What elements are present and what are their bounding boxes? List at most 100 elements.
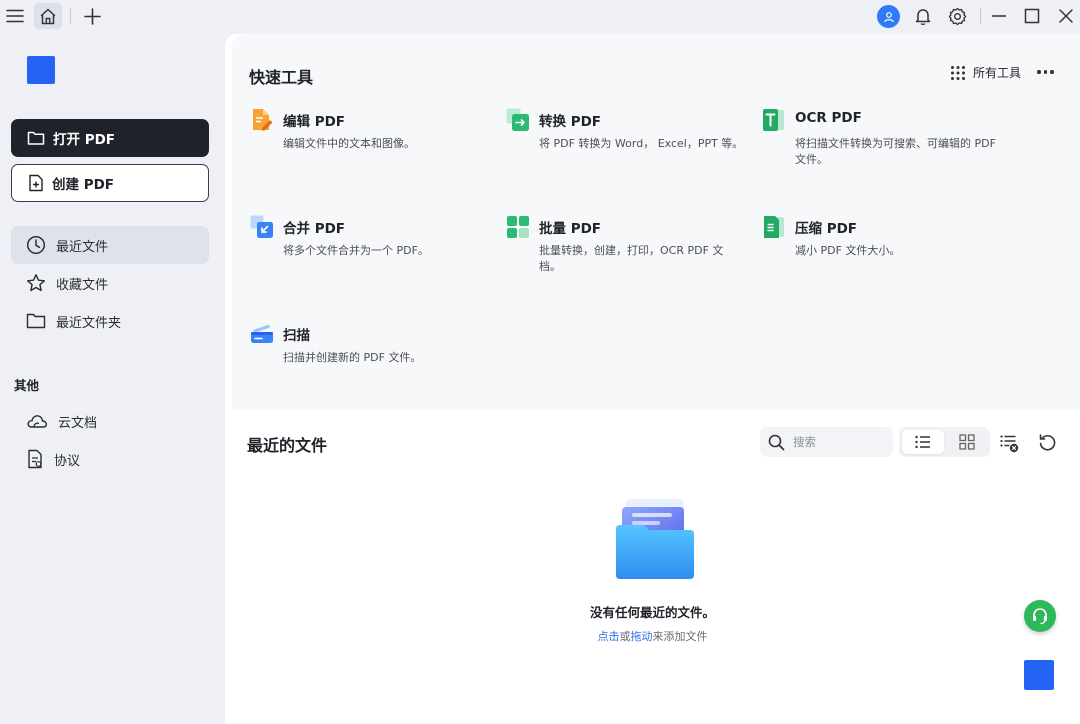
tool-description: 扫描并创建新的 PDF 文件。 bbox=[283, 351, 422, 364]
search-input[interactable] bbox=[793, 435, 883, 449]
app-logo bbox=[27, 56, 55, 84]
sidebar-item-label: 最近文件夹 bbox=[56, 315, 122, 331]
tool-ocr-pdf[interactable]: OCR PDF 将扫描文件转换为可搜索、可编辑的 PDF 文件。 bbox=[762, 108, 1002, 168]
tool-compress-pdf[interactable]: 压缩 PDF 减小 PDF 文件大小。 bbox=[762, 215, 1002, 275]
sidebar-item-label: 云文档 bbox=[58, 415, 98, 431]
sidebar-item-agreement[interactable]: 协议 bbox=[11, 440, 209, 478]
sidebar-item-cloud-docs[interactable]: 云文档 bbox=[11, 402, 209, 440]
other-section-title: 其他 bbox=[14, 378, 40, 393]
tool-title: 批量 PDF bbox=[539, 221, 602, 237]
cloud-icon bbox=[27, 415, 48, 428]
compress-pdf-icon bbox=[764, 216, 784, 238]
minimize-button[interactable] bbox=[985, 3, 1013, 29]
maximize-icon bbox=[1024, 8, 1040, 24]
sidebar-item-label: 收藏文件 bbox=[56, 277, 109, 293]
list-view-button[interactable] bbox=[902, 430, 944, 454]
create-file-icon bbox=[29, 174, 43, 192]
empty-folder-illustration bbox=[616, 499, 694, 579]
sidebar-item-label: 最近文件 bbox=[56, 239, 109, 255]
title-bar bbox=[0, 0, 1080, 34]
tab-divider bbox=[70, 8, 71, 24]
tool-description: 将 PDF 转换为 Word， Excel，PPT 等。 bbox=[539, 137, 744, 150]
more-dots-icon[interactable] bbox=[1037, 70, 1054, 74]
open-pdf-button[interactable]: 打开 PDF bbox=[11, 119, 209, 157]
sidebar-item-label: 协议 bbox=[54, 453, 81, 469]
user-icon bbox=[883, 11, 894, 22]
click-to-add-link[interactable]: 点击 bbox=[598, 630, 620, 643]
sidebar-item-recent-folders[interactable]: 最近文件夹 bbox=[11, 302, 209, 340]
customer-service-button[interactable] bbox=[1024, 600, 1056, 632]
empty-state-subtitle: 点击或拖动来添加文件 bbox=[225, 628, 1080, 644]
tool-scan[interactable]: 扫描 扫描并创建新的 PDF 文件。 bbox=[250, 322, 490, 382]
convert-pdf-icon bbox=[506, 108, 529, 131]
bell-icon bbox=[915, 8, 931, 25]
create-pdf-label: 创建 PDF bbox=[52, 177, 115, 193]
empty-state-title: 没有任何最近的文件。 bbox=[589, 605, 715, 620]
clear-list-icon bbox=[1000, 435, 1019, 453]
tool-description: 将多个文件合并为一个 PDF。 bbox=[283, 244, 429, 257]
maximize-button[interactable] bbox=[1018, 3, 1046, 29]
list-icon bbox=[915, 435, 930, 449]
empty-or-text: 或 bbox=[619, 630, 631, 643]
tool-description: 将扫描文件转换为可搜索、可编辑的 PDF 文件。 bbox=[795, 137, 996, 166]
sidebar-item-favorites[interactable]: 收藏文件 bbox=[11, 264, 209, 302]
all-tools-label: 所有工具 bbox=[973, 66, 1022, 80]
merge-pdf-icon bbox=[250, 215, 273, 238]
all-tools-button[interactable]: 所有工具 bbox=[950, 64, 1021, 81]
new-tab-button[interactable] bbox=[78, 3, 106, 29]
view-mode-toggle bbox=[899, 427, 990, 457]
home-icon bbox=[40, 8, 56, 24]
ocr-pdf-icon bbox=[763, 109, 784, 131]
create-pdf-button[interactable]: 创建 PDF bbox=[11, 164, 209, 202]
grid-view-button[interactable] bbox=[946, 430, 988, 454]
search-icon bbox=[768, 434, 785, 450]
plus-icon bbox=[83, 7, 101, 25]
search-box[interactable] bbox=[760, 427, 893, 457]
clock-icon bbox=[26, 235, 46, 255]
empty-rest-text: 来添加文件 bbox=[652, 630, 708, 643]
open-pdf-label: 打开 PDF bbox=[53, 132, 116, 148]
notification-button[interactable] bbox=[909, 3, 937, 29]
tool-title: 扫描 bbox=[283, 328, 310, 344]
hamburger-icon[interactable] bbox=[1, 3, 29, 29]
minimize-icon bbox=[992, 15, 1006, 17]
tool-description: 减小 PDF 文件大小。 bbox=[795, 244, 901, 257]
refresh-icon bbox=[1039, 434, 1056, 451]
sidebar: 打开 PDF 创建 PDF 最近文件 收藏文件 最近文件夹 其他 云文档 协议 bbox=[0, 34, 225, 724]
clear-list-button[interactable] bbox=[1000, 434, 1019, 456]
edit-pdf-icon bbox=[253, 109, 273, 131]
tool-title: 合并 PDF bbox=[283, 221, 346, 237]
sidebar-item-recent-files[interactable]: 最近文件 bbox=[11, 226, 209, 264]
refresh-button[interactable] bbox=[1038, 433, 1057, 455]
drag-to-add-link[interactable]: 拖动 bbox=[631, 630, 653, 643]
user-avatar[interactable] bbox=[877, 5, 900, 28]
tool-title: 转换 PDF bbox=[539, 114, 602, 130]
recent-files-title: 最近的文件 bbox=[247, 436, 328, 455]
main-panel: 快速工具 所有工具 编辑 PDF 编辑文件中的文本和图像。 转换 PDF 将 P… bbox=[225, 34, 1080, 724]
tool-title: 压缩 PDF bbox=[795, 221, 858, 237]
folder-icon bbox=[26, 313, 46, 329]
tool-merge-pdf[interactable]: 合并 PDF 将多个文件合并为一个 PDF。 bbox=[250, 215, 490, 275]
grid-icon bbox=[959, 434, 975, 450]
tool-edit-pdf[interactable]: 编辑 PDF 编辑文件中的文本和图像。 bbox=[250, 108, 490, 168]
close-icon bbox=[1059, 9, 1073, 23]
tool-batch-pdf[interactable]: 批量 PDF 批量转换，创建，打印，OCR PDF 文档。 bbox=[506, 215, 746, 275]
tool-title: 编辑 PDF bbox=[283, 114, 346, 130]
document-icon bbox=[28, 449, 42, 469]
gear-icon bbox=[948, 7, 966, 25]
scan-icon bbox=[251, 324, 273, 343]
floating-widget[interactable] bbox=[1024, 660, 1054, 690]
tool-title: OCR PDF bbox=[795, 110, 862, 126]
grid-dots-icon bbox=[951, 65, 965, 80]
tool-description: 批量转换，创建，打印，OCR PDF 文档。 bbox=[539, 244, 724, 273]
batch-pdf-icon bbox=[507, 216, 529, 238]
home-tab[interactable] bbox=[34, 3, 62, 29]
close-button[interactable] bbox=[1052, 3, 1080, 29]
tool-convert-pdf[interactable]: 转换 PDF 将 PDF 转换为 Word， Excel，PPT 等。 bbox=[506, 108, 746, 168]
window-controls-divider bbox=[980, 8, 981, 24]
tool-description: 编辑文件中的文本和图像。 bbox=[283, 137, 415, 150]
headset-icon bbox=[1033, 608, 1047, 625]
settings-button[interactable] bbox=[943, 3, 971, 29]
star-icon bbox=[27, 274, 45, 292]
quick-tools-title: 快速工具 bbox=[249, 68, 314, 87]
